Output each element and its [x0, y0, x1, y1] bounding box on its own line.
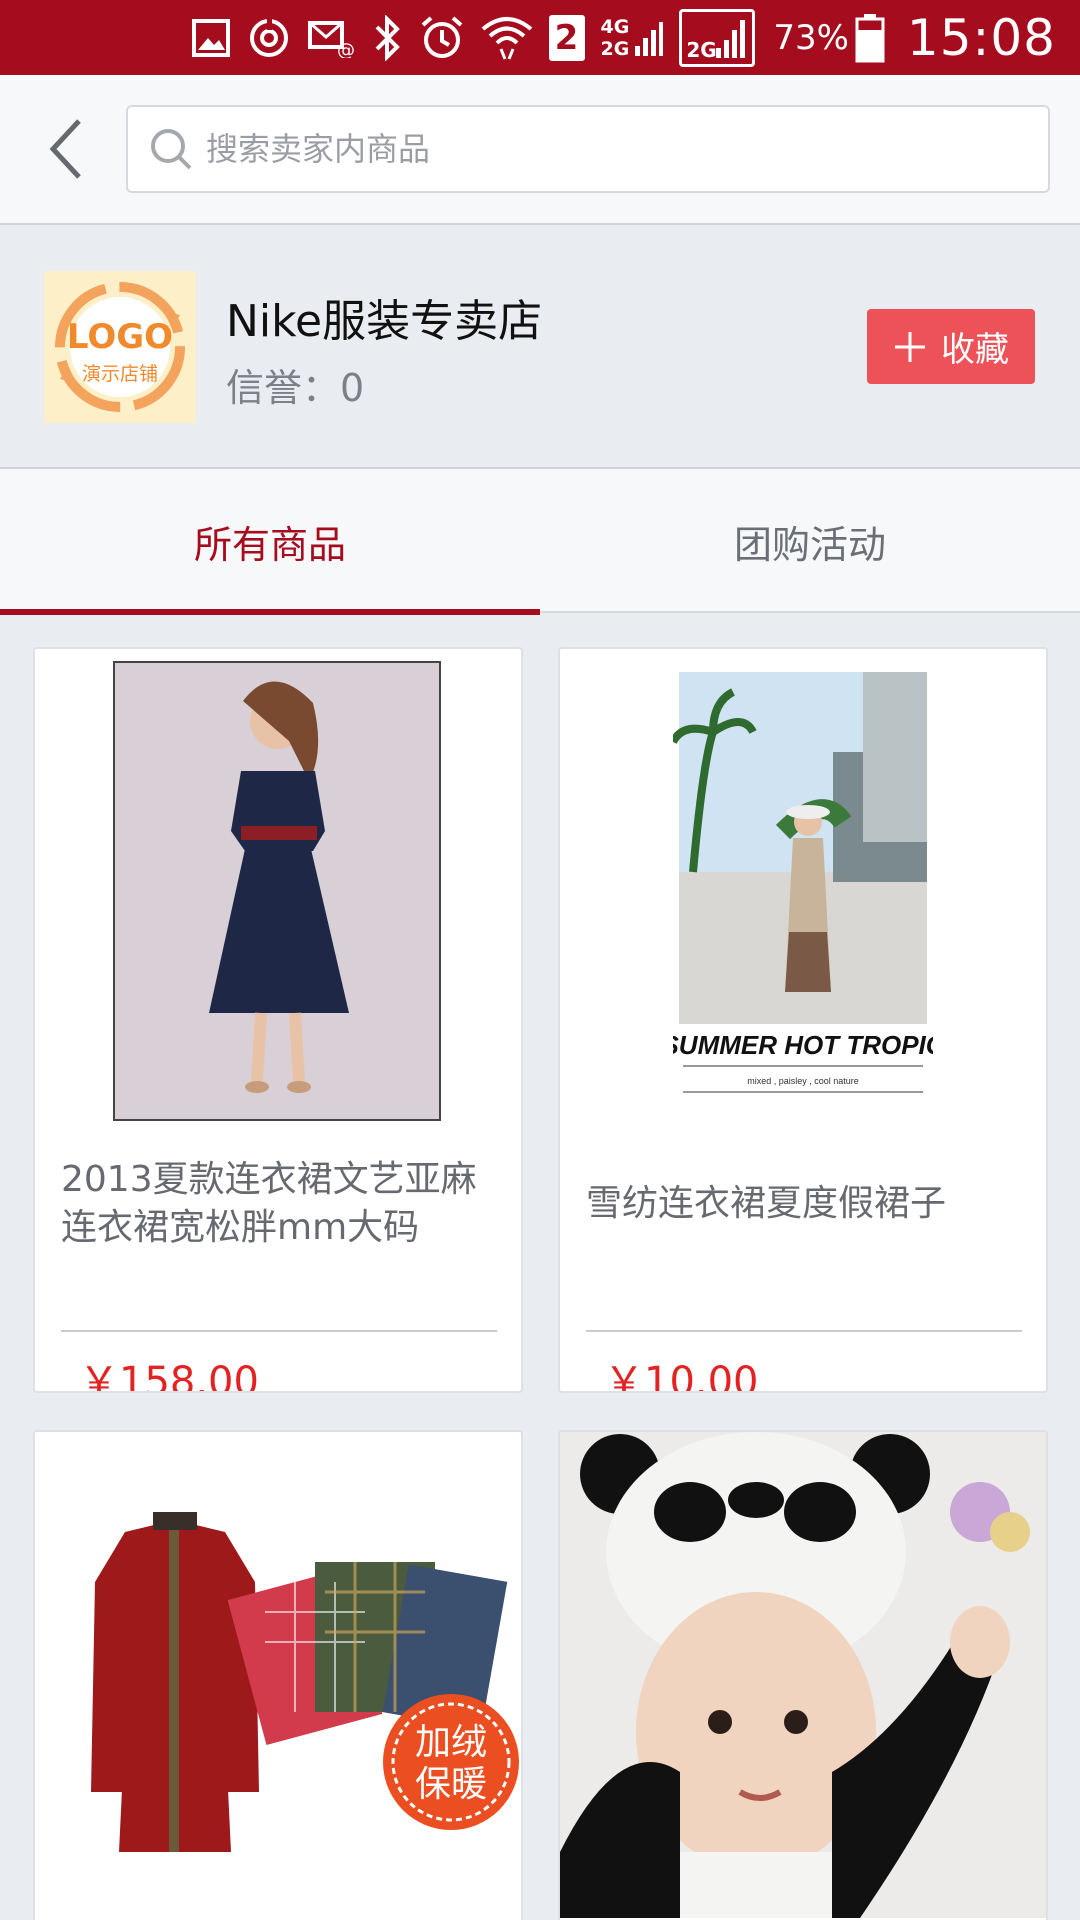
bluetooth-icon [371, 0, 403, 75]
svg-text:@: @ [337, 40, 355, 58]
shop-name: Nike服装专卖店 [226, 296, 543, 347]
network-top-label: 4G [600, 15, 630, 38]
product-card[interactable] [558, 1430, 1048, 1920]
gallery-icon [191, 0, 231, 75]
search-icon [151, 129, 192, 170]
search-input[interactable] [206, 130, 1048, 168]
product-price: ￥158.00 [79, 1359, 259, 1393]
image-caption: SUMMER HOT TROPIC [673, 1030, 933, 1060]
signal-2-icon: 2G [679, 0, 756, 75]
status-bar: @ 2 4G 2G 2G 73% 15:08 [0, 0, 1080, 75]
email-icon: @ [307, 0, 355, 75]
product-title: 雪纺连衣裙夏度假裙子 [586, 1183, 947, 1224]
network-type: 4G 2G [601, 0, 630, 75]
divider [61, 1330, 497, 1332]
shop-logo[interactable]: LOGO 演示店铺 [44, 271, 196, 423]
product-title: 2013夏款连衣裙文艺亚麻连衣裙宽松胖mm大码 [61, 1159, 477, 1248]
chevron-left-icon [49, 119, 81, 179]
logo-subtext: 演示店铺 [81, 363, 158, 385]
product-price: ￥10.00 [604, 1359, 759, 1393]
product-image [560, 1432, 1046, 1918]
product-image: 加绒 保暖 [35, 1432, 521, 1918]
clock: 15:08 [906, 8, 1056, 67]
product-image: SUMMER HOT TROPIC mixed , paisley , cool… [560, 649, 1046, 1135]
logo-text: LOGO [66, 317, 174, 357]
shop-credit: 信誉：0 [226, 366, 365, 410]
back-button[interactable] [30, 109, 100, 189]
divider [586, 1330, 1022, 1332]
tab-all-products[interactable]: 所有商品 [0, 469, 540, 615]
battery-percent: 73% [773, 17, 849, 58]
product-card[interactable]: SUMMER HOT TROPIC mixed , paisley , cool… [558, 647, 1048, 1393]
follow-button[interactable]: 收藏 [867, 309, 1035, 384]
search-box[interactable] [126, 105, 1050, 193]
alarm-icon [419, 0, 465, 75]
product-grid: 2013夏款连衣裙文艺亚麻连衣裙宽松胖mm大码 ￥158.00 SUMMER H… [0, 615, 1080, 1920]
tab-group-buy[interactable]: 团购活动 [540, 469, 1080, 613]
product-card[interactable]: 加绒 保暖 [33, 1430, 523, 1920]
sim-icon: 2 [548, 0, 585, 75]
plus-icon [895, 331, 925, 362]
product-image [35, 649, 521, 1135]
badge-line-2: 保暖 [415, 1764, 487, 1805]
sync-icon [247, 0, 291, 75]
product-card[interactable]: 2013夏款连衣裙文艺亚麻连衣裙宽松胖mm大码 ￥158.00 [33, 647, 523, 1393]
image-subcaption: mixed , paisley , cool nature [747, 1076, 859, 1086]
top-bar [0, 75, 1080, 225]
battery-icon [855, 0, 885, 75]
network-bottom-label: 2G [600, 37, 630, 60]
badge-line-1: 加绒 [415, 1722, 487, 1763]
network-2-label: 2G [686, 37, 717, 62]
tab-bar: 所有商品 团购活动 [0, 467, 1080, 615]
signal-icon [633, 0, 664, 75]
follow-label: 收藏 [941, 330, 1009, 370]
shop-header: LOGO 演示店铺 Nike服装专卖店 信誉：0 收藏 [0, 227, 1080, 467]
wifi-icon [481, 0, 533, 75]
